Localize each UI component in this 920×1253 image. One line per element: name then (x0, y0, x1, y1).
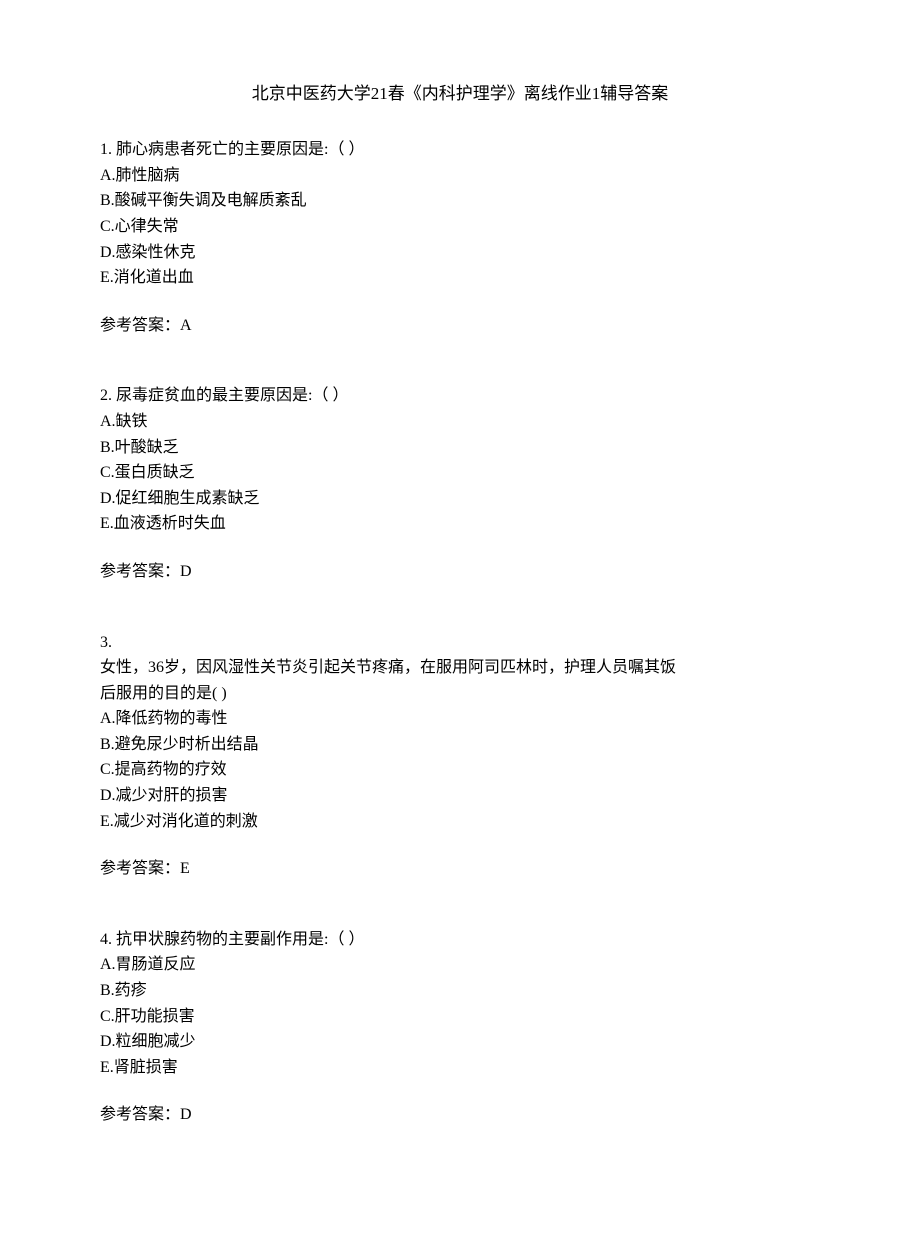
question-text-content: 肺心病患者死亡的主要原因是:（ ） (116, 141, 364, 158)
question-number-only: 3. (100, 630, 820, 656)
answer-label: 参考答案： (100, 860, 180, 877)
option-b: B.酸碱平衡失调及电解质紊乱 (100, 188, 820, 214)
answer-label: 参考答案： (100, 1106, 180, 1123)
answer: 参考答案：D (100, 1102, 820, 1128)
option-d: D.促红细胞生成素缺乏 (100, 486, 820, 512)
answer-value: E (180, 860, 190, 877)
option-c: C.提高药物的疗效 (100, 757, 820, 783)
answer: 参考答案：D (100, 559, 820, 585)
question-number: 4. (100, 931, 112, 948)
answer-label: 参考答案： (100, 563, 180, 580)
option-d: D.粒细胞减少 (100, 1029, 820, 1055)
option-c: C.心律失常 (100, 214, 820, 240)
document-title: 北京中医药大学21春《内科护理学》离线作业1辅导答案 (100, 80, 820, 107)
answer-label: 参考答案： (100, 317, 180, 334)
answer-value: D (180, 1106, 192, 1123)
question-stem: 2. 尿毒症贫血的最主要原因是:（ ） (100, 383, 820, 409)
option-a: A.肺性脑病 (100, 163, 820, 189)
question-4: 4. 抗甲状腺药物的主要副作用是:（ ） A.胃肠道反应 B.药疹 C.肝功能损… (100, 927, 820, 1128)
option-b: B.叶酸缺乏 (100, 435, 820, 461)
answer-value: D (180, 563, 192, 580)
question-stem-line2: 后服用的目的是( ) (100, 681, 820, 707)
question-text-content: 抗甲状腺药物的主要副作用是:（ ） (116, 931, 364, 948)
option-e: E.消化道出血 (100, 265, 820, 291)
question-stem: 1. 肺心病患者死亡的主要原因是:（ ） (100, 137, 820, 163)
option-d: D.感染性休克 (100, 240, 820, 266)
option-a: A.缺铁 (100, 409, 820, 435)
question-stem: 4. 抗甲状腺药物的主要副作用是:（ ） (100, 927, 820, 953)
option-b: B.避免尿少时析出结晶 (100, 732, 820, 758)
option-b: B.药疹 (100, 978, 820, 1004)
question-1: 1. 肺心病患者死亡的主要原因是:（ ） A.肺性脑病 B.酸碱平衡失调及电解质… (100, 137, 820, 338)
option-a: A.胃肠道反应 (100, 952, 820, 978)
option-e: E.减少对消化道的刺激 (100, 809, 820, 835)
option-a: A.降低药物的毒性 (100, 706, 820, 732)
option-c: C.肝功能损害 (100, 1004, 820, 1030)
question-3: 3. 女性，36岁，因风湿性关节炎引起关节疼痛，在服用阿司匹林时，护理人员嘱其饭… (100, 630, 820, 882)
answer: 参考答案：E (100, 856, 820, 882)
option-d: D.减少对肝的损害 (100, 783, 820, 809)
question-text-content: 尿毒症贫血的最主要原因是:（ ） (116, 387, 348, 404)
question-stem-line1: 女性，36岁，因风湿性关节炎引起关节疼痛，在服用阿司匹林时，护理人员嘱其饭 (100, 655, 820, 681)
question-number: 1. (100, 141, 112, 158)
question-2: 2. 尿毒症贫血的最主要原因是:（ ） A.缺铁 B.叶酸缺乏 C.蛋白质缺乏 … (100, 383, 820, 584)
question-number: 2. (100, 387, 112, 404)
answer: 参考答案：A (100, 313, 820, 339)
answer-value: A (180, 317, 192, 334)
option-c: C.蛋白质缺乏 (100, 460, 820, 486)
option-e: E.肾脏损害 (100, 1055, 820, 1081)
option-e: E.血液透析时失血 (100, 511, 820, 537)
